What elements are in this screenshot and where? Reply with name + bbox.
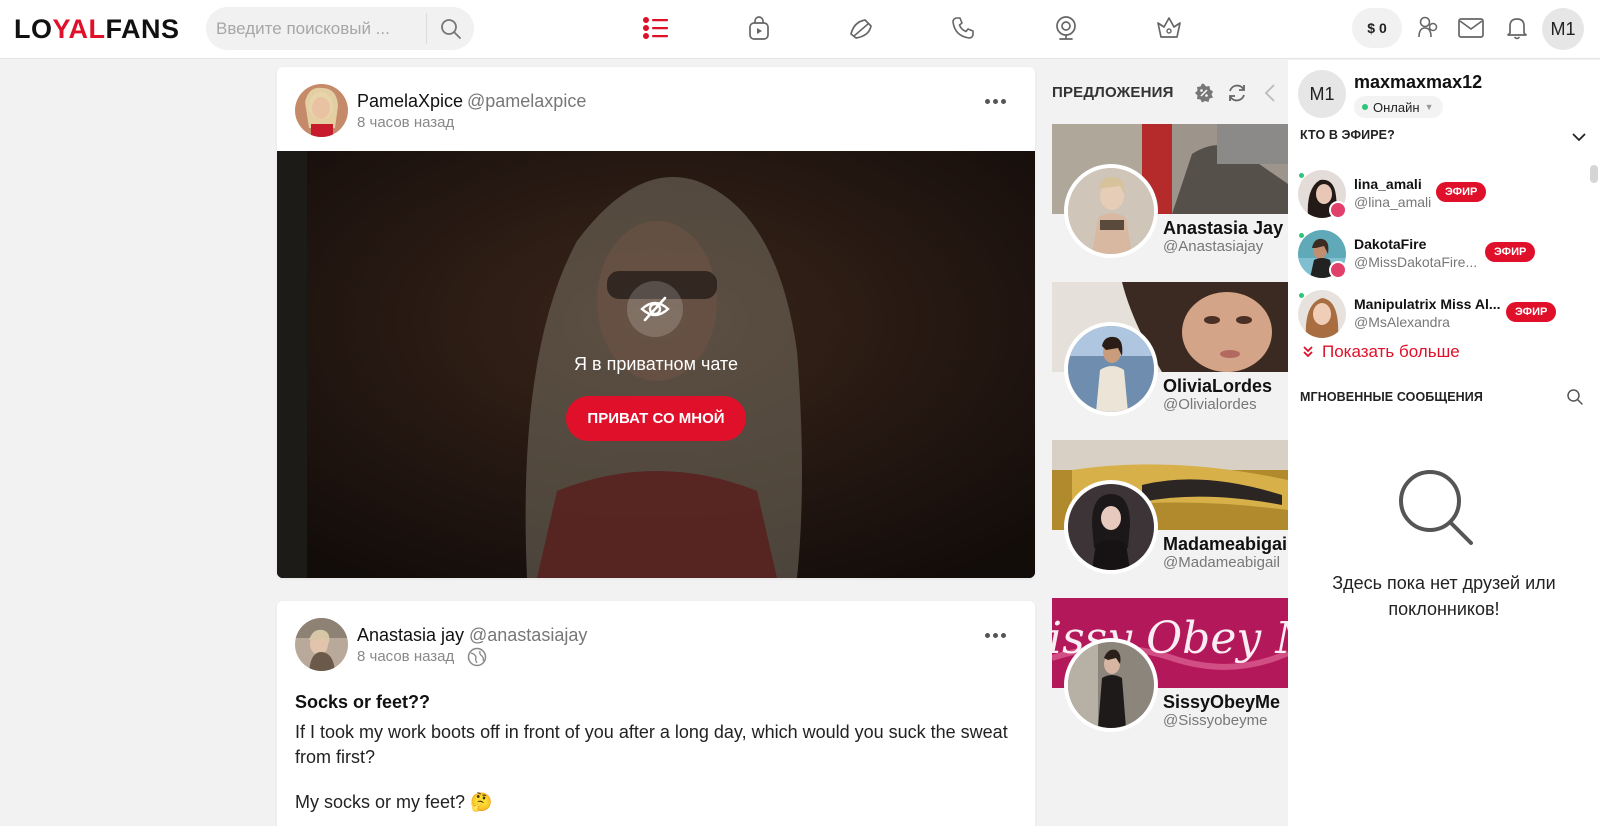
discount-filter-icon[interactable] [1193,82,1215,104]
online-dot-icon [1362,104,1368,110]
chevron-down-icon[interactable] [1570,128,1588,146]
mail-icon[interactable] [1456,13,1486,43]
empty-search-icon [1394,466,1476,548]
live-user-handle: @MsAlexandra [1354,314,1450,330]
live-badge: ЭФИР [1436,182,1487,202]
double-chevron-down-icon [1303,346,1313,358]
live-user-avatar [1298,290,1346,338]
current-user-avatar[interactable]: M1 [1298,70,1346,118]
empty-friends-text: Здесь пока нет друзей или поклонников! [1332,573,1556,619]
private-with-me-button[interactable]: ПРИВАТ СО МНОЙ [566,396,746,441]
current-user-name[interactable]: maxmaxmax12 [1354,72,1482,93]
post-more-menu[interactable] [985,629,1009,641]
card-avatar[interactable] [1064,638,1158,732]
search-divider [426,13,427,44]
live-user-name: DakotaFire [1354,236,1427,252]
feed-post: Anastasia jay @anastasiajay 8 часов наза… [277,601,1035,826]
live-user-name: Manipulatrix Miss Al... [1354,296,1501,312]
top-navigation-bar: LOYALFANS $ 0 M1 [0,0,1600,59]
card-handle: @Olivialordes [1163,396,1257,413]
online-status-dropdown[interactable]: Онлайн ▼ [1354,96,1444,118]
post-author-handle[interactable]: @anastasiajay [469,625,587,646]
tip-icon[interactable] [846,13,876,43]
suggestion-card[interactable]: Madameabigail @Madameabigail [1052,440,1288,580]
balance-button[interactable]: $ 0 [1352,8,1402,48]
post-title: Socks or feet?? [295,692,431,712]
post-author-name[interactable]: Anastasia jay [357,625,464,646]
friends-icon[interactable] [1413,13,1443,43]
post-author-name[interactable]: PamelaXpice [357,91,463,112]
live-user-item[interactable]: Manipulatrix Miss Al... @MsAlexandra ЭФИ… [1298,290,1578,340]
suggestion-card[interactable]: issy Obey M SissyObeyMe @Sissyobeyme [1052,598,1288,738]
post-more-menu[interactable] [985,95,1009,107]
streaming-badge-icon [1329,261,1347,279]
feed-list-icon[interactable] [641,13,671,43]
public-globe-icon [467,647,487,667]
suggestion-card[interactable]: OliviaLordes @Olivialordes [1052,282,1288,422]
card-handle: @Anastasiajay [1163,238,1264,255]
live-user-name: lina_amali [1354,176,1422,192]
show-more-button[interactable]: Показать больше [1302,342,1460,362]
live-badge: ЭФИР [1485,242,1536,262]
feed-post: PamelaXpice @pamelaxpice 8 часов назад Я… [277,67,1035,578]
private-chat-text: Я в приватном чате [574,354,738,374]
shopping-bag-icon[interactable] [744,13,774,43]
card-avatar[interactable] [1064,322,1158,416]
caret-down-icon: ▼ [1424,102,1434,112]
post-author-avatar[interactable] [295,84,348,137]
show-more-label: Показать больше [1322,342,1460,361]
live-badge: ЭФИР [1506,302,1557,322]
live-user-handle: @MissDakotaFire... [1354,254,1478,270]
live-user-handle: @lina_amali [1354,194,1432,210]
live-now-title: КТО В ЭФИРЕ? [1300,128,1395,142]
post-timestamp: 8 часов назад [357,114,455,131]
messages-search-icon[interactable] [1566,388,1584,406]
loyalfans-logo[interactable]: LOYALFANS [14,14,180,45]
online-status-label: Онлайн [1373,99,1420,115]
card-handle: @Sissyobeyme [1163,712,1268,729]
suggestion-card[interactable]: Anastasia Jay @Anastasiajay [1052,124,1288,264]
post-body: If I took my work boots off in front of … [295,722,1008,767]
search-box [206,7,474,50]
post-author-handle[interactable]: @pamelaxpice [467,91,586,112]
suggestions-title: ПРЕДЛОЖЕНИЯ [1052,84,1174,101]
live-user-item[interactable]: DakotaFire @MissDakotaFire... ЭФИР [1298,230,1578,280]
live-user-item[interactable]: lina_amali @lina_amali ЭФИР [1298,170,1578,220]
card-handle: @Madameabigail [1163,554,1280,571]
card-avatar[interactable] [1064,164,1158,258]
right-sidebar: M1 maxmaxmax12 Онлайн ▼ КТО В ЭФИРЕ? lin… [1288,60,1600,826]
post-body-question: My socks or my feet? 🤔 [295,792,493,812]
instant-messages-title: МГНОВЕННЫЕ СООБЩЕНИЯ [1300,390,1483,404]
live-list-scrollbar[interactable] [1588,165,1598,425]
post-author-avatar[interactable] [295,618,348,671]
card-name: OliviaLordes [1163,376,1273,396]
user-avatar-button[interactable]: M1 [1542,8,1584,50]
card-name: Madameabigail [1163,534,1288,554]
post-media-locked[interactable]: Я в приватном чате ПРИВАТ СО МНОЙ [277,151,1035,578]
crown-icon[interactable] [1154,13,1184,43]
hidden-eye-icon [627,281,683,337]
bell-icon[interactable] [1502,13,1532,43]
card-avatar[interactable] [1064,480,1158,574]
phone-icon[interactable] [948,13,978,43]
card-name: SissyObeyMe [1163,692,1281,712]
streaming-badge-icon [1329,201,1347,219]
search-icon[interactable] [440,18,462,40]
webcam-icon[interactable] [1051,13,1081,43]
refresh-icon[interactable] [1226,82,1248,104]
post-timestamp: 8 часов назад [357,648,455,665]
chevron-left-icon[interactable] [1259,82,1281,104]
search-input[interactable] [216,17,416,41]
card-name: Anastasia Jay [1163,218,1284,238]
